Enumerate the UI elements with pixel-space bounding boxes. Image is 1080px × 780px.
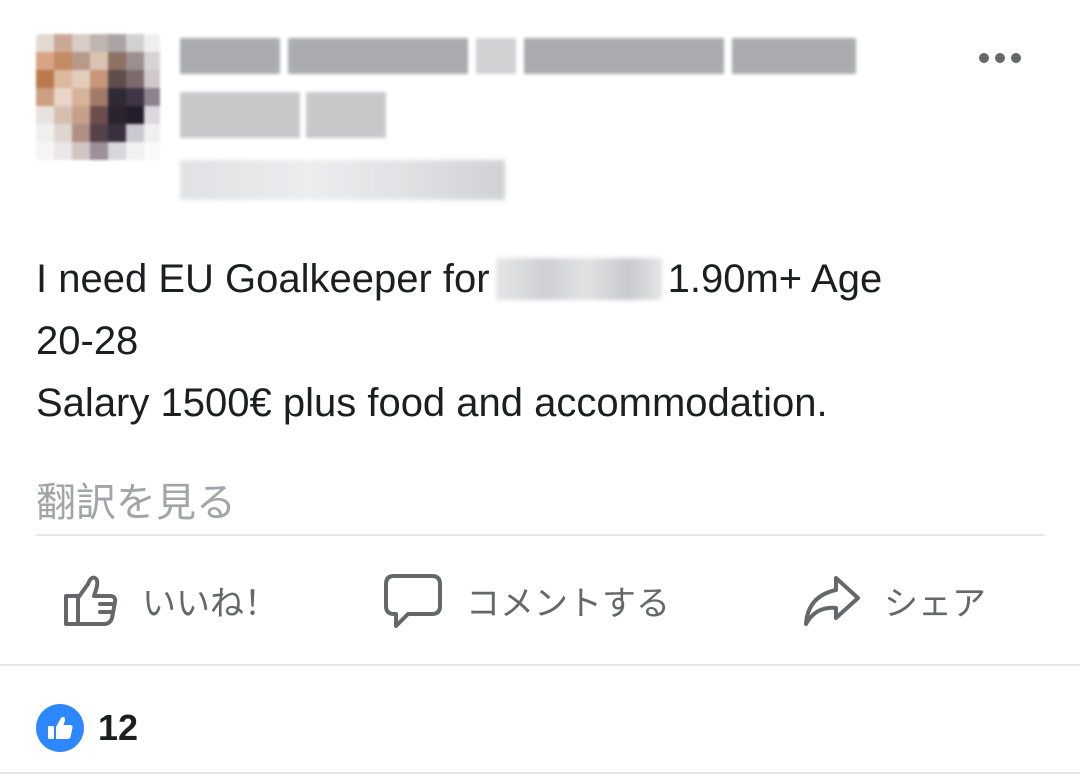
post-text-line1-start: I need EU Goalkeeper for xyxy=(36,257,490,301)
more-horizontal-icon xyxy=(979,53,989,63)
like-reaction-icon xyxy=(36,704,84,752)
author-name-redacted[interactable] xyxy=(180,38,856,74)
divider xyxy=(0,772,1080,774)
more-horizontal-icon-dot xyxy=(995,53,1005,63)
like-button[interactable]: いいね！ xyxy=(60,566,278,634)
post-text: I need EU Goalkeeper for 1.90m+ Age 20-28… xyxy=(36,248,1046,434)
post-text-line3: Salary 1500€ plus food and accommodation… xyxy=(36,381,828,425)
avatar[interactable] xyxy=(36,34,160,160)
divider xyxy=(0,664,1080,666)
like-label: いいね！ xyxy=(142,583,278,624)
see-translation-link[interactable]: 翻訳を見る xyxy=(36,470,236,528)
reactions-summary[interactable]: 12 xyxy=(36,704,138,752)
share-label: シェア xyxy=(884,583,986,624)
author-subtitle-redacted xyxy=(180,92,386,138)
timestamp-redacted[interactable] xyxy=(180,160,505,200)
thumbs-up-icon xyxy=(48,716,73,739)
share-arrow-icon xyxy=(804,576,860,626)
thumbs-up-outline-icon xyxy=(64,575,118,626)
more-options-button[interactable] xyxy=(968,40,1032,76)
post-text-line2: 20-28 xyxy=(36,319,139,363)
more-horizontal-icon-dot xyxy=(1011,53,1021,63)
speech-bubble-icon xyxy=(384,574,442,628)
comment-button[interactable]: コメントする xyxy=(382,566,670,634)
share-button[interactable]: シェア xyxy=(800,566,986,634)
redacted-club-name xyxy=(495,258,662,300)
reaction-count: 12 xyxy=(98,707,139,748)
post-card: I need EU Goalkeeper for 1.90m+ Age 20-28… xyxy=(0,0,1080,780)
post-text-line1-end: 1.90m+ Age xyxy=(667,257,883,301)
divider xyxy=(36,534,1044,536)
comment-label: コメントする xyxy=(466,583,670,624)
